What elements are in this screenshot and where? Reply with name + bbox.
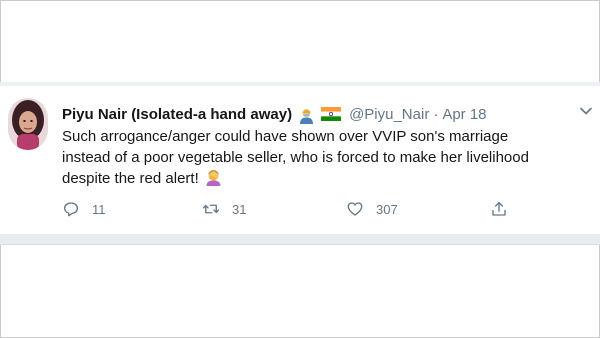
share-button[interactable] [490, 199, 508, 219]
tweet-text: Such arrogance/anger could have shown ov… [62, 126, 582, 189]
reply-count: 11 [92, 201, 106, 217]
separator-dot: · [433, 106, 439, 123]
tweet-text-line-content: despite the red alert! [62, 170, 199, 187]
reply-button[interactable]: 11 [62, 199, 106, 219]
tweet-actions: 11 31 307 [62, 199, 522, 219]
tweet-header: Piyu Nair (Isolated-a hand away) @Piyu_N… [62, 105, 487, 125]
like-button[interactable]: 307 [346, 199, 398, 219]
chevron-down-icon[interactable] [578, 104, 594, 118]
retweet-count: 31 [232, 201, 247, 217]
india-flag-icon [321, 106, 342, 124]
tweet-text-line: instead of a poor vegetable seller, who … [62, 149, 529, 166]
share-icon [492, 201, 506, 216]
bottom-divider [0, 234, 600, 244]
reply-icon [63, 202, 79, 217]
user-handle[interactable]: @Piyu_Nair [349, 105, 429, 125]
bottom-divider-line [0, 244, 600, 245]
tweet-text-line: despite the red alert! [62, 168, 582, 189]
retweet-button[interactable]: 31 [202, 199, 246, 219]
retweet-icon [202, 204, 220, 214]
like-count: 307 [376, 201, 398, 217]
display-name[interactable]: Piyu Nair (Isolated-a hand away) [62, 105, 292, 125]
heart-icon [347, 202, 363, 216]
person-with-mask-emoji-icon [298, 107, 315, 124]
face-palm-emoji-icon [205, 169, 222, 186]
avatar[interactable] [8, 98, 48, 150]
tweet-date[interactable]: Apr 18 [442, 105, 486, 125]
tweet-text-line: Such arrogance/anger could have shown ov… [62, 128, 509, 145]
